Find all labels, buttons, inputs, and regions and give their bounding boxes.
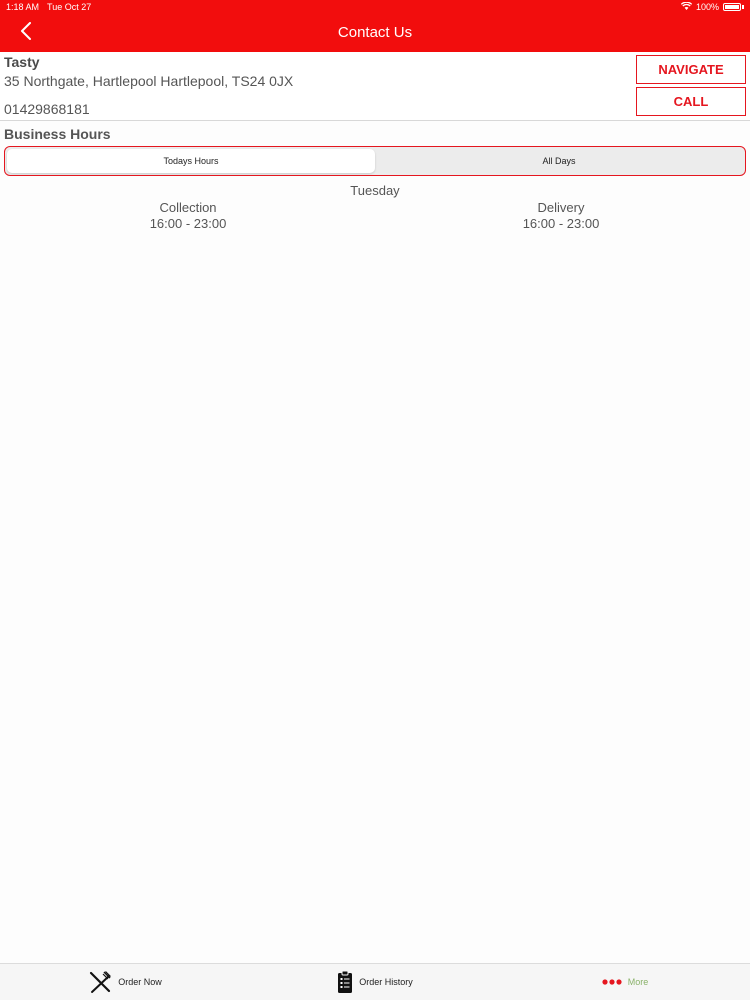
tab-order-history[interactable]: Order History bbox=[250, 964, 500, 1000]
tab-order-now[interactable]: Order Now bbox=[0, 964, 250, 1000]
page-title: Contact Us bbox=[337, 24, 413, 41]
delivery-time: 16:00 - 23:00 bbox=[522, 216, 600, 231]
chevron-left-icon bbox=[20, 21, 32, 45]
navigate-button[interactable]: NAVIGATE bbox=[636, 55, 746, 84]
status-time: 1:18 AM bbox=[6, 2, 40, 12]
nav-bar: Contact Us bbox=[0, 14, 750, 52]
battery-tip bbox=[742, 5, 744, 9]
collection-time: 16:00 - 23:00 bbox=[149, 216, 227, 231]
battery-percent: 100% bbox=[695, 2, 719, 12]
store-phone[interactable]: 01429868181 bbox=[4, 101, 90, 117]
tab-more-label: More bbox=[627, 977, 649, 987]
collection-hours: Collection 16:00 - 23:00 bbox=[88, 200, 288, 232]
tab-order-history-label: Order History bbox=[359, 977, 413, 987]
tab-order-now-label: Order Now bbox=[118, 977, 162, 987]
day-label: Tuesday bbox=[350, 183, 400, 198]
delivery-hours: Delivery 16:00 - 23:00 bbox=[461, 200, 661, 232]
tab-todays-hours[interactable]: Todays Hours bbox=[7, 149, 375, 173]
fork-knife-icon bbox=[88, 970, 112, 994]
tab-more[interactable]: More bbox=[500, 964, 750, 1000]
back-button[interactable] bbox=[12, 20, 40, 46]
more-dots-icon bbox=[602, 979, 622, 985]
clipboard-icon bbox=[337, 970, 353, 994]
status-right: 100% bbox=[680, 1, 744, 12]
tab-all-days[interactable]: All Days bbox=[375, 149, 743, 173]
store-address: 35 Northgate, Hartlepool Hartlepool, TS2… bbox=[4, 73, 294, 89]
battery-icon bbox=[723, 3, 741, 11]
status-date: Tue Oct 27 bbox=[47, 2, 92, 12]
tab-bar: Order Now Order History More bbox=[0, 963, 750, 1000]
contact-panel: Tasty 35 Northgate, Hartlepool Hartlepoo… bbox=[0, 52, 750, 121]
status-bar: 1:18 AM Tue Oct 27 100% bbox=[0, 0, 750, 14]
call-button[interactable]: CALL bbox=[636, 87, 746, 116]
business-hours-title: Business Hours bbox=[4, 126, 111, 142]
delivery-label: Delivery bbox=[537, 200, 585, 215]
collection-label: Collection bbox=[159, 200, 217, 215]
store-name: Tasty bbox=[4, 54, 40, 70]
hours-segmented-control: Todays Hours All Days bbox=[4, 146, 746, 176]
wifi-icon bbox=[680, 1, 693, 12]
